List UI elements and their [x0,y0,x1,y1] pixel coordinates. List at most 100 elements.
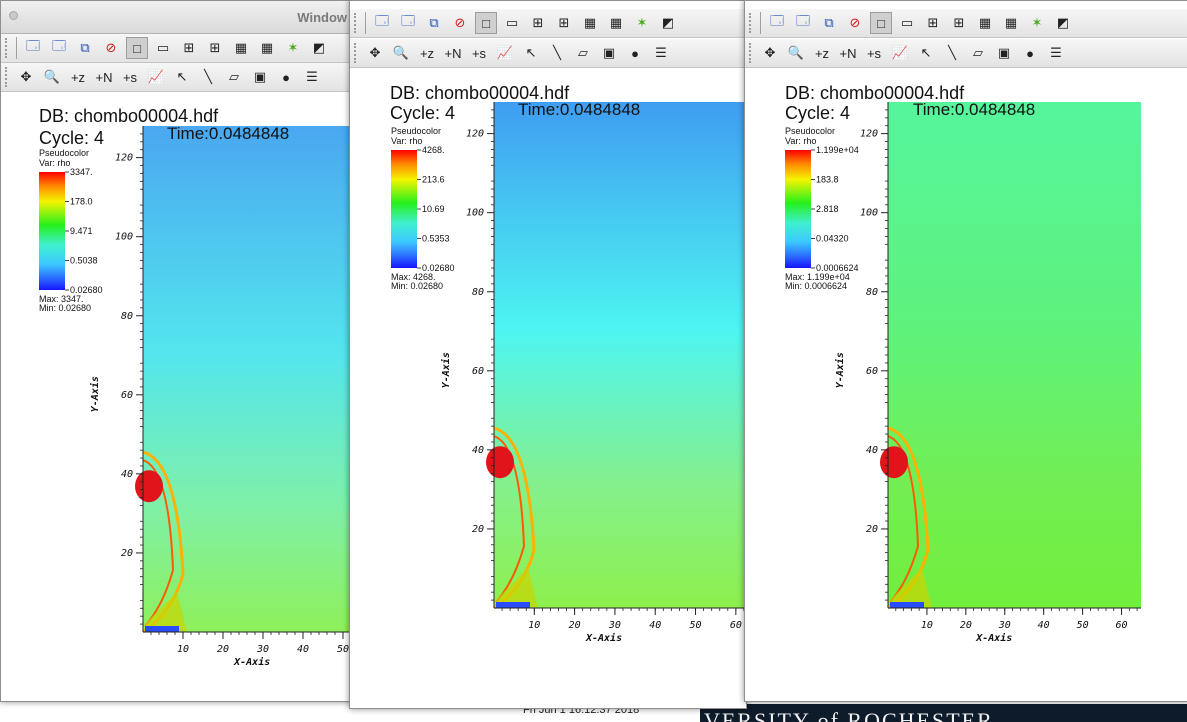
lineout-icon[interactable]: 📈 [495,43,515,63]
interaction-toolbar: ✥ 🔍 +z +N +s 📈 ↖ ╲ ▱ ▣ ● ☰ [1,63,361,92]
sphere-tool-icon[interactable]: ● [276,67,296,87]
lineout-icon[interactable]: 📈 [146,67,166,87]
pick-s-icon[interactable]: +s [864,43,884,63]
viewer-window-3[interactable]: 🗔 🗔 ⧉ ⊘ □ ▭ ⊞ ⊞ ▦ ▦ ✶ ◩ ✥ 🔍 +z +N +s 📈 ↖ ╲ ▱ ▣ ● ☰ DB: chombo0… [744,0,1187,702]
line-tool-icon[interactable]: ╲ [198,67,218,87]
clone-window-icon[interactable]: ⧉ [75,38,95,58]
layout-3x3-icon[interactable]: ▦ [1001,13,1021,33]
box-tool-icon[interactable]: ▣ [994,43,1014,63]
layout-2x2-icon[interactable]: ⊞ [528,13,548,33]
y-axis-label: Y-Axis [834,352,846,388]
layout-2x3-icon[interactable]: ⊞ [205,38,225,58]
new-window-icon[interactable]: 🗔 [49,38,69,58]
invert-colors-icon[interactable]: ◩ [1053,13,1073,33]
clone-window-icon[interactable]: ⧉ [424,13,444,33]
navigate-mode-icon[interactable]: ✥ [16,67,36,87]
layout-2x4-icon[interactable]: ▦ [975,13,995,33]
viewer-window-2[interactable]: 🗔 🗔 ⧉ ⊘ □ ▭ ⊞ ⊞ ▦ ▦ ✶ ◩ ✥ 🔍 +z +N +s 📈 ↖ ╲ ▱ ▣ ● ☰ DB: chombo0… [349,0,747,709]
layout-2x3-icon[interactable]: ⊞ [949,13,969,33]
line-tool-icon[interactable]: ╲ [547,43,567,63]
pick-s-icon[interactable]: +s [469,43,489,63]
sphere-tool-icon[interactable]: ● [1020,43,1040,63]
delete-window-icon[interactable]: ⊘ [101,38,121,58]
toolbar-grip[interactable] [354,43,359,63]
x-tick-label: 50 [337,644,349,655]
layout-2x4-icon[interactable]: ▦ [231,38,251,58]
viewer-window-1[interactable]: Window 🗔 🗔 ⧉ ⊘ □ ▭ ⊞ ⊞ ▦ ▦ ✶ ◩ ✥ 🔍 +z +N +s 📈 ↖ ╲ ▱ ▣ ● ☰ DB: … [0,0,362,702]
invert-colors-icon[interactable]: ◩ [309,38,329,58]
node-pick-n-icon[interactable]: +N [443,43,463,63]
zone-pick-z-icon[interactable]: +z [417,43,437,63]
legend-var: Var: rho [785,136,816,146]
layout-1x2-icon[interactable]: ▭ [153,38,173,58]
y-tick-label: 100 [860,208,878,219]
time-label: Time:0.0484848 [167,124,289,143]
layout-2x2-icon[interactable]: ⊞ [179,38,199,58]
pseudocolor-plot[interactable]: DB: chombo00004.hdfCycle: 4 Time:0.048484… [350,68,746,708]
layout-3x3-icon[interactable]: ▦ [606,13,626,33]
new-window-icon[interactable]: 🗔 [767,13,787,33]
layout-1x2-icon[interactable]: ▭ [897,13,917,33]
spin-mode-icon[interactable]: ✶ [1027,13,1047,33]
pseudocolor-plot[interactable]: DB: chombo00004.hdfCycle: 4 Time:0.048484… [1,92,361,701]
zoom-mode-icon[interactable]: 🔍 [391,43,411,63]
pick-s-icon[interactable]: +s [120,67,140,87]
zone-pick-z-icon[interactable]: +z [812,43,832,63]
toolbar-grip[interactable] [749,13,754,33]
y-tick-label: 40 [472,445,484,456]
layout-1x1-icon[interactable]: □ [126,37,148,59]
pick-pointer-icon[interactable]: ↖ [172,67,192,87]
pick-pointer-icon[interactable]: ↖ [521,43,541,63]
plane-tool-icon[interactable]: ▱ [968,43,988,63]
box-tool-icon[interactable]: ▣ [599,43,619,63]
y-tick-label: 80 [472,287,484,298]
pick-pointer-icon[interactable]: ↖ [916,43,936,63]
layout-2x4-icon[interactable]: ▦ [580,13,600,33]
new-window-icon[interactable]: 🗔 [398,13,418,33]
layout-2x2-icon[interactable]: ⊞ [923,13,943,33]
plot-area[interactable]: DB: chombo00004.hdf Cycle: 4 Time:0.048484… [1,92,361,701]
navigate-mode-icon[interactable]: ✥ [760,43,780,63]
layout-2x3-icon[interactable]: ⊞ [554,13,574,33]
toolbar-grip[interactable] [5,38,10,58]
delete-window-icon[interactable]: ⊘ [450,13,470,33]
navigate-mode-icon[interactable]: ✥ [365,43,385,63]
layout-1x1-icon[interactable]: □ [475,12,497,34]
invert-colors-icon[interactable]: ◩ [658,13,678,33]
spin-mode-icon[interactable]: ✶ [283,38,303,58]
sliders-icon[interactable]: ☰ [1046,43,1066,63]
window-close-button[interactable] [9,11,18,20]
plane-tool-icon[interactable]: ▱ [224,67,244,87]
zone-pick-z-icon[interactable]: +z [68,67,88,87]
new-window-icon[interactable]: 🗔 [793,13,813,33]
sliders-icon[interactable]: ☰ [302,67,322,87]
y-tick-label: 120 [115,153,133,164]
spin-mode-icon[interactable]: ✶ [632,13,652,33]
new-window-icon[interactable]: 🗔 [372,13,392,33]
node-pick-n-icon[interactable]: +N [838,43,858,63]
line-tool-icon[interactable]: ╲ [942,43,962,63]
lineout-icon[interactable]: 📈 [890,43,910,63]
plot-area[interactable]: DB: chombo00004.hdf Cycle: 4 Time:0.048484… [350,68,746,708]
node-pick-n-icon[interactable]: +N [94,67,114,87]
zoom-mode-icon[interactable]: 🔍 [42,67,62,87]
sphere-tool-icon[interactable]: ● [625,43,645,63]
layout-1x1-icon[interactable]: □ [870,12,892,34]
delete-window-icon[interactable]: ⊘ [845,13,865,33]
window-titlebar[interactable]: Window [1,1,361,34]
toolbar-grip[interactable] [354,13,359,33]
new-window-icon[interactable]: 🗔 [23,38,43,58]
toolbar-grip[interactable] [749,43,754,63]
pseudocolor-plot[interactable]: DB: chombo00004.hdfCycle: 4 Time:0.048484… [745,68,1187,701]
legend-tick-label: 2.818 [816,204,839,214]
box-tool-icon[interactable]: ▣ [250,67,270,87]
plane-tool-icon[interactable]: ▱ [573,43,593,63]
layout-1x2-icon[interactable]: ▭ [502,13,522,33]
layout-3x3-icon[interactable]: ▦ [257,38,277,58]
clone-window-icon[interactable]: ⧉ [819,13,839,33]
toolbar-grip[interactable] [5,67,10,87]
zoom-mode-icon[interactable]: 🔍 [786,43,806,63]
x-tick-label: 10 [528,620,540,631]
plot-area[interactable]: DB: chombo00004.hdf Cycle: 4 Time:0.048484… [745,68,1187,701]
sliders-icon[interactable]: ☰ [651,43,671,63]
